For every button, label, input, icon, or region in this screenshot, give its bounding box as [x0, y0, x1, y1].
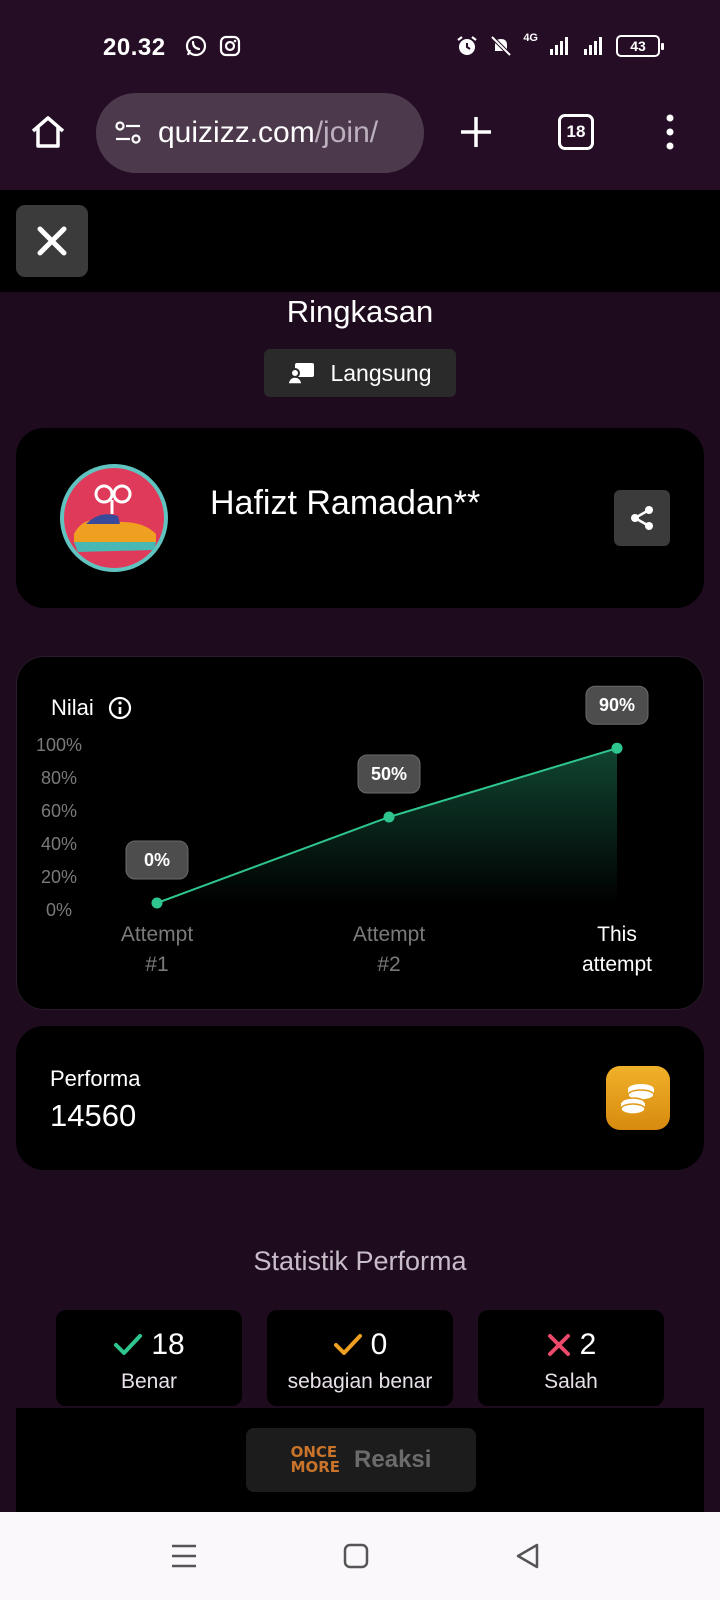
recents-menu-icon[interactable]: [166, 1538, 202, 1574]
stat-label: Benar: [120, 1370, 178, 1393]
check-icon: [114, 1334, 143, 1355]
page-title: Ringkasan: [286, 294, 434, 329]
share-button[interactable]: [614, 490, 670, 546]
mode-badge: Langsung: [264, 349, 456, 397]
check-icon: [333, 1334, 362, 1355]
y-tick-label: 100%: [36, 735, 82, 755]
x-tick-label: #1: [145, 953, 168, 976]
x-tick-label: attempt: [582, 953, 652, 976]
presenter-icon: [288, 363, 315, 385]
stat-count: 2: [579, 1328, 597, 1361]
once-more-line2: MORE: [290, 1458, 341, 1476]
android-nav-bar: [0, 1512, 720, 1600]
stats-title: Statistik Performa: [253, 1246, 467, 1276]
stat-label: sebagian benar: [287, 1370, 433, 1393]
whatsapp-icon: [185, 35, 207, 57]
avatar: [60, 464, 168, 572]
data-point: [383, 811, 395, 823]
coins-button[interactable]: [606, 1066, 670, 1130]
alarm-icon: [457, 36, 477, 55]
performance-card: Performa 14560: [16, 1026, 704, 1170]
performance-label: Performa: [50, 1066, 141, 1091]
home-nav-icon[interactable]: [338, 1538, 374, 1574]
address-bar[interactable]: quizizz.com/join/: [96, 93, 424, 173]
score-chart: 100% 80% 60% 40% 20% 0% 0% 50% 90% Attempt #1 Attem…: [36, 685, 652, 976]
x-tick-label: This: [597, 923, 637, 946]
url-path: /join/: [314, 116, 379, 149]
data-label: 90%: [599, 695, 635, 715]
y-tick-label: 60%: [41, 801, 77, 821]
quiz-header: [0, 190, 720, 292]
coins-icon: [620, 1084, 655, 1115]
back-nav-icon[interactable]: [510, 1538, 546, 1574]
x-tick-label: Attempt: [353, 923, 426, 946]
score-chart-card: Nilai 100% 80% 60% 40% 20% 0% 0% 50% 90% Attempt #…: [16, 656, 704, 1010]
stat-count: 0: [370, 1328, 388, 1361]
status-time: 20.32: [103, 34, 166, 61]
stat-partial: 0 sebagian benar: [267, 1310, 453, 1406]
player-name: Hafizt Ramadan**: [210, 484, 481, 522]
status-bar: 20.32 4G 43: [0, 0, 720, 92]
more-menu-icon[interactable]: [660, 112, 680, 152]
site-settings-icon[interactable]: [112, 117, 144, 149]
data-label: 0%: [144, 850, 170, 870]
data-point: [611, 742, 623, 754]
close-icon: [37, 226, 67, 256]
share-icon: [631, 506, 653, 530]
browser-toolbar: quizizz.com/join/ 18: [0, 92, 720, 190]
signal-icon-2: [584, 37, 602, 55]
once-more-logo: ONCE MORE: [291, 1445, 340, 1475]
mode-label: Langsung: [330, 359, 432, 386]
stat-wrong: 2 Salah: [478, 1310, 664, 1406]
data-label: 50%: [371, 764, 407, 784]
performance-value: 14560: [50, 1098, 137, 1133]
mute-icon: [490, 35, 512, 57]
data-point: [151, 897, 163, 909]
url-text: quizizz.com/join/: [158, 116, 378, 150]
x-tick-label: Attempt: [121, 923, 194, 946]
stat-label: Salah: [544, 1370, 598, 1393]
x-tick-label: #2: [377, 953, 400, 976]
battery-icon: 43: [616, 35, 664, 57]
url-host: quizizz.com: [158, 116, 315, 149]
y-tick-label: 80%: [41, 768, 77, 788]
reaction-button[interactable]: ONCE MORE Reaksi: [246, 1428, 476, 1492]
player-card: Hafizt Ramadan**: [16, 428, 704, 608]
y-tick-label: 40%: [41, 834, 77, 854]
close-button[interactable]: [16, 205, 88, 277]
cross-icon: [547, 1334, 570, 1356]
y-tick-label: 20%: [41, 867, 77, 887]
stat-correct: 18 Benar: [56, 1310, 242, 1406]
stat-count: 18: [151, 1328, 185, 1361]
y-tick-label: 0%: [46, 900, 72, 920]
instagram-icon: [219, 35, 241, 57]
home-icon[interactable]: [28, 112, 68, 152]
signal-icon: [550, 37, 568, 55]
network-type: 4G: [523, 32, 538, 44]
new-tab-icon[interactable]: [456, 112, 496, 152]
reaction-bar: ONCE MORE Reaksi: [16, 1408, 704, 1512]
tab-switcher-button[interactable]: 18: [558, 114, 594, 150]
reaction-label: Reaksi: [354, 1446, 432, 1473]
